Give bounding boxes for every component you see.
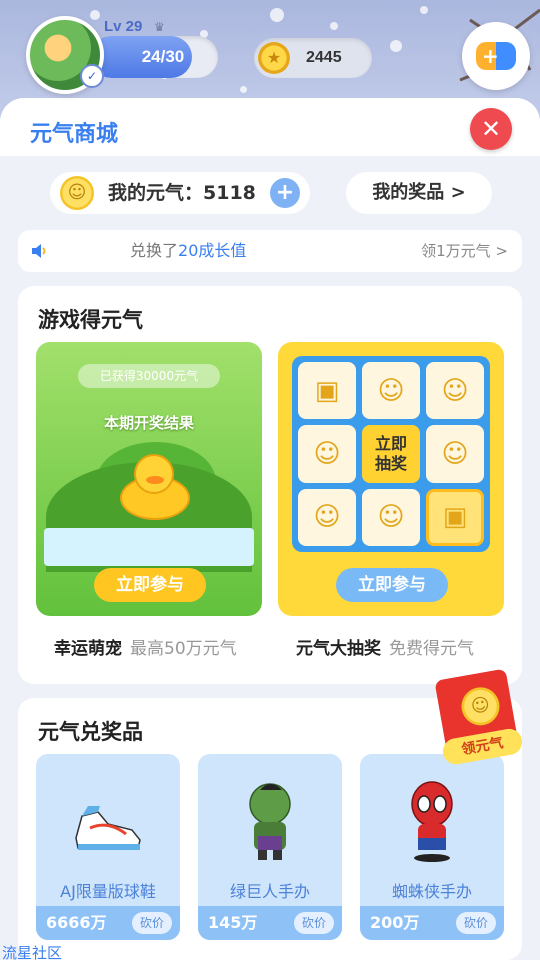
coin-pile-icon: ☺	[298, 425, 356, 483]
games-section: 游戏得元气 已获得30000元气 本期开奖结果 立即参与 ▣ ☺ ☺ ☺ 立即抽…	[18, 286, 522, 684]
duck-icon	[120, 454, 190, 520]
prize-name: AJ限量版球鞋	[60, 882, 156, 901]
pet-banner: 已获得30000元气	[78, 364, 220, 388]
treasure-chest-icon: ▣	[426, 488, 484, 546]
coin-balance[interactable]: ★ 2445	[254, 38, 372, 78]
gamepad-icon	[476, 42, 516, 70]
prize-card[interactable]: AJ限量版球鞋 6666万 砍价	[36, 754, 180, 940]
coin-icon: ★	[258, 42, 290, 74]
prize-price: 145万	[208, 913, 258, 932]
coin-pile-icon: ☺	[362, 362, 420, 420]
lucky-draw-board: ▣ ☺ ☺ ☺ 立即抽奖 ☺ ☺ ☺ ▣	[292, 356, 490, 552]
my-prizes-button[interactable]: 我的奖品 >	[346, 172, 492, 214]
draw-now-label: 立即抽奖	[374, 433, 407, 473]
coin-bag-icon: ☺	[298, 488, 356, 546]
pet-sub: 最高50万元气	[130, 639, 237, 659]
draw-name: 元气大抽奖	[296, 639, 381, 659]
notice-bar: 兑换了20成长值 领1万元气 >	[18, 230, 522, 272]
user-avatar[interactable]: ✓	[26, 16, 104, 94]
smile-coin-icon: ☺	[362, 488, 420, 546]
avatar-badge-icon: ✓	[80, 64, 104, 88]
prize-bottom-bar: 6666万 砍价	[36, 906, 180, 940]
smile-coin-icon: ☺	[60, 176, 94, 210]
gamepad-button[interactable]	[462, 22, 530, 90]
smile-coin-icon: ☺	[458, 684, 503, 729]
bargain-button[interactable]: 砍价	[294, 912, 334, 934]
sheet-header: 元气商城 ✕	[0, 98, 540, 156]
xp-progress-bar: 24/30	[90, 36, 218, 78]
crown-icon: ♛	[154, 20, 165, 34]
draw-caption: 元气大抽奖 免费得元气	[296, 634, 474, 659]
pet-caption: 幸运萌宠 最高50万元气	[54, 634, 237, 659]
prize-name: 绿巨人手办	[229, 882, 310, 901]
page-title: 元气商城	[30, 122, 119, 147]
close-button[interactable]: ✕	[470, 108, 512, 150]
energy-mall-sheet: 元气商城 ✕ ☺ 我的元气：5118 + 我的奖品 > 兑换了20成长值 领1万…	[0, 98, 540, 960]
watermark: 流星社区	[2, 944, 63, 960]
spiderman-figure-icon	[411, 781, 453, 862]
add-energy-button[interactable]: +	[270, 178, 300, 208]
lucky-pet-tile[interactable]: 已获得30000元气 本期开奖结果 立即参与	[36, 342, 262, 616]
coin-count: 2445	[306, 49, 342, 66]
prize-bottom-bar: 200万 砍价	[360, 906, 504, 940]
prize-price: 6666万	[46, 913, 107, 932]
lucky-draw-tile[interactable]: ▣ ☺ ☺ ☺ 立即抽奖 ☺ ☺ ☺ ▣ 立即参与	[278, 342, 504, 616]
notice-prefix: 兑换了	[130, 241, 179, 260]
draw-now-button[interactable]: 立即抽奖	[362, 425, 420, 483]
prize-card[interactable]: 绿巨人手办 145万 砍价	[198, 754, 342, 940]
prize-bottom-bar: 145万 砍价	[198, 906, 342, 940]
lake-decoration	[44, 528, 254, 566]
treasure-chest-icon: ▣	[298, 362, 356, 420]
coin-bag-icon: ☺	[426, 362, 484, 420]
prize-card[interactable]: 蜘蛛侠手办 200万 砍价	[360, 754, 504, 940]
bargain-button[interactable]: 砍价	[456, 912, 496, 934]
xp-text: 24/30	[141, 47, 185, 66]
prize-name: 蜘蛛侠手办	[391, 882, 472, 901]
hulk-figure-icon	[249, 783, 291, 860]
notice-text: 兑换了20成长值	[130, 230, 246, 272]
my-energy-label: 我的元气：5118	[108, 182, 256, 204]
close-icon: ✕	[480, 115, 502, 143]
sneaker-icon	[75, 806, 141, 850]
my-energy-pill[interactable]: ☺ 我的元气：5118 +	[50, 172, 310, 214]
claim-energy-redpack[interactable]: ☺ 领元气	[428, 667, 527, 774]
prizes-section-title: 元气兑奖品	[38, 720, 143, 744]
prize-price: 200万	[370, 913, 420, 932]
claim-energy-link[interactable]: 领1万元气 >	[421, 230, 508, 272]
notice-highlight: 20成长值	[178, 241, 247, 260]
draw-sub: 免费得元气	[389, 639, 474, 659]
join-pet-button[interactable]: 立即参与	[94, 568, 206, 602]
bargain-button[interactable]: 砍价	[132, 912, 172, 934]
coin-pile-icon: ☺	[426, 425, 484, 483]
level-label: Lv 29	[104, 18, 143, 35]
pet-result-label: 本期开奖结果	[103, 414, 194, 432]
pet-name: 幸运萌宠	[54, 639, 122, 659]
join-draw-button[interactable]: 立即参与	[336, 568, 448, 602]
games-section-title: 游戏得元气	[38, 308, 143, 332]
speaker-icon	[32, 244, 46, 258]
